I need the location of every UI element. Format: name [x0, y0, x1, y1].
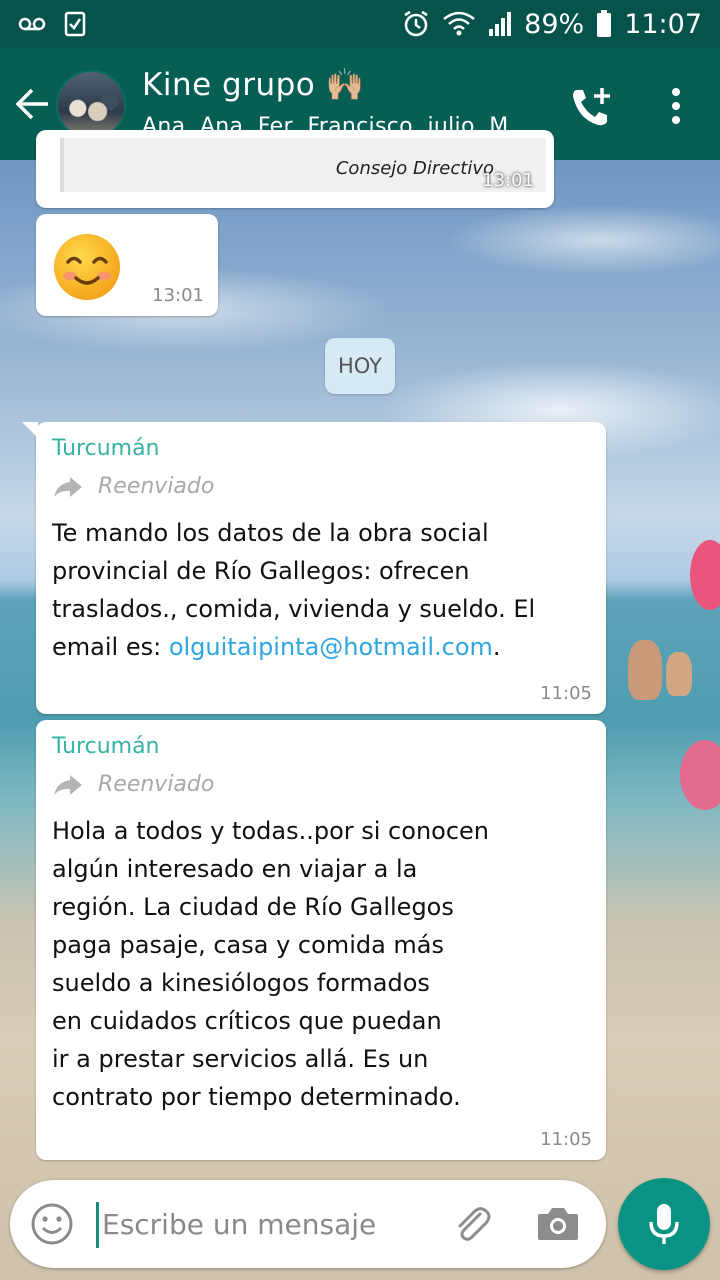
- forwarded-text: Reenviado: [98, 772, 215, 797]
- add-call-button[interactable]: [568, 84, 616, 128]
- status-bar: 89% 11:07: [0, 0, 720, 48]
- bubble-tail: [22, 422, 38, 438]
- back-arrow-icon: [15, 88, 48, 120]
- message-time: 13:01: [482, 170, 534, 191]
- signal-icon: [488, 11, 512, 37]
- forwarded-text: Reenviado: [98, 474, 215, 499]
- clock: 11:07: [624, 8, 702, 40]
- camera-icon: [538, 1208, 578, 1240]
- wallpaper-beach-ball: [690, 540, 720, 610]
- battery-percent: 89%: [524, 8, 585, 40]
- date-separator: HOY: [325, 338, 395, 394]
- voicemail-icon: [18, 16, 46, 32]
- sender-name[interactable]: Turcumán: [52, 734, 160, 759]
- alarm-icon: [402, 10, 430, 38]
- message-composer: [10, 1180, 606, 1268]
- battery-icon: [596, 10, 612, 38]
- emoji-button[interactable]: [30, 1202, 74, 1246]
- wallpaper-beach-ball: [680, 740, 720, 810]
- wallpaper-figure: [628, 640, 662, 700]
- message-text: Te mando los datos de la obra social pro…: [52, 514, 592, 666]
- attach-icon: [458, 1207, 491, 1241]
- camera-button[interactable]: [534, 1202, 582, 1246]
- group-title[interactable]: Kine grupo 🙌🏼: [142, 66, 365, 103]
- forwarded-message[interactable]: Turcumán Reenviado Te mando los datos de…: [22, 422, 606, 714]
- message-time: 11:05: [540, 1129, 592, 1150]
- sender-name[interactable]: Turcumán: [52, 436, 160, 461]
- add-call-icon: [573, 88, 610, 126]
- text-cursor: [96, 1202, 99, 1248]
- checkbox-icon: [64, 11, 86, 37]
- forward-arrow-icon: [54, 476, 82, 497]
- more-vert-icon: [672, 88, 680, 124]
- email-link[interactable]: olguitaipinta@hotmail.com: [169, 633, 493, 661]
- document-caption: Consejo Directivo: [335, 158, 494, 179]
- message-time: 11:05: [540, 683, 592, 704]
- smiling-face-icon: [54, 234, 120, 300]
- message-input[interactable]: [102, 1204, 432, 1244]
- back-button[interactable]: [12, 84, 52, 124]
- attach-button[interactable]: [450, 1202, 494, 1246]
- document-message[interactable]: Consejo Directivo 13:01: [36, 130, 554, 208]
- message-text-end: .: [492, 633, 501, 661]
- more-options-button[interactable]: [660, 84, 692, 128]
- voice-record-button[interactable]: [618, 1178, 710, 1270]
- message-time: 13:01: [152, 285, 204, 306]
- wallpaper-figure: [666, 652, 692, 696]
- wifi-icon: [442, 11, 476, 37]
- forwarded-label: Reenviado: [52, 474, 214, 499]
- forwarded-message[interactable]: Turcumán Reenviado Hola a todos y todas.…: [36, 720, 606, 1160]
- emoji-message[interactable]: 13:01: [36, 214, 218, 316]
- emoji-icon: [31, 1203, 73, 1245]
- forwarded-label: Reenviado: [52, 772, 214, 797]
- forward-arrow-icon: [54, 774, 82, 795]
- mic-icon: [649, 1204, 679, 1244]
- message-text: Hola a todos y todas..por si conocen alg…: [52, 817, 490, 1111]
